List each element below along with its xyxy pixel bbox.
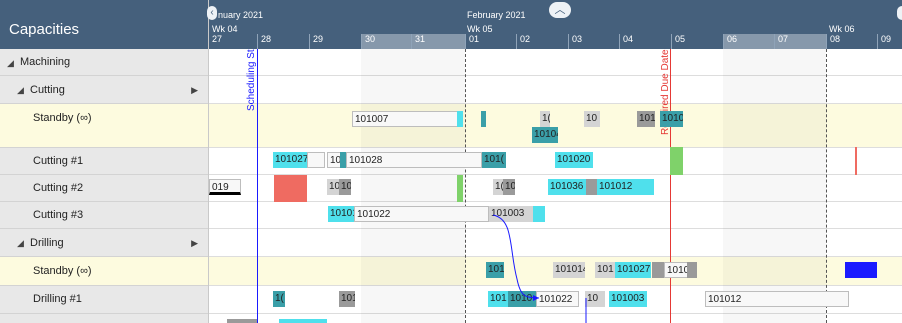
resource-row-drilling-standby[interactable]: Standby (∞) [0,257,208,286]
week-label: Wk 05 [467,24,493,34]
day-cell: 09 [877,34,902,49]
gantt-chart: Scheduling Start Required Due Date 10100… [209,49,902,323]
panel-header: Capacities [0,0,208,49]
row-label: Cutting #3 [33,209,84,221]
resource-row-cutting-2[interactable]: Cutting #2 [0,175,208,202]
day-cell: 03 [568,34,619,49]
capacity-planner: Capacities ◢ Machining ◢ Cutting ▶ Stand… [0,0,902,323]
scroll-right-icon[interactable] [897,6,902,20]
week-label: Wk 06 [829,24,855,34]
resource-row-drilling-1[interactable]: Drilling #1 [0,286,208,314]
day-cell: 05 [671,34,723,49]
resource-row-standby[interactable]: Standby (∞) [0,104,208,148]
expand-arrow-icon[interactable]: ▶ [191,85,198,96]
row-label: Drilling [30,237,64,249]
resource-row-cutting-3[interactable]: Cutting #3 [0,202,208,229]
resource-row-cutting-1[interactable]: Cutting #1 [0,148,208,175]
dependency-link [492,214,587,323]
day-cell: 02 [516,34,568,49]
group-row-cutting[interactable]: ◢ Cutting ▶ [0,76,208,104]
day-cell: 28 [257,34,309,49]
day-cell: 27 [212,34,223,44]
collapse-triangle-icon[interactable]: ◢ [17,85,24,96]
group-row-machining[interactable]: ◢ Machining [0,49,208,76]
month-label: nuary 2021 [218,10,264,20]
day-cell: 07 [774,34,826,49]
capacities-panel: Capacities ◢ Machining ◢ Cutting ▶ Stand… [0,0,209,323]
row-label: Standby (∞) [33,112,92,124]
group-row-drilling[interactable]: ◢ Drilling ▶ [0,229,208,257]
row-label: Cutting #2 [33,182,84,194]
month-label: February 2021 [467,10,526,20]
timeline-header: ‹ nuary 2021 Wk 04 February 2021 Wk 05 W… [207,0,902,49]
week-label: Wk 04 [212,24,238,34]
collapse-triangle-icon[interactable]: ◢ [7,58,14,69]
day-cell: 01 [465,34,516,49]
row-label: Machining [20,56,71,68]
scroll-left-icon[interactable]: ‹ [207,6,217,20]
day-cell: 31 [411,34,465,49]
panel-title: Capacities [9,21,80,38]
day-cell: 30 [361,34,411,49]
row-label: Drilling #1 [33,293,82,305]
collapse-header-chevron-icon[interactable]: ︿ [549,2,571,18]
day-cell: 06 [723,34,774,49]
row-label: Cutting #1 [33,155,84,167]
day-cell: 29 [309,34,361,49]
row-label: Standby (∞) [33,265,92,277]
day-band: 27 28 29 30 31 01 02 03 04 05 06 07 08 0… [209,34,902,49]
row-label: Cutting [30,84,65,96]
day-cell: 08 [826,34,877,49]
day-cell: 04 [619,34,671,49]
expand-arrow-icon[interactable]: ▶ [191,238,198,249]
collapse-triangle-icon[interactable]: ◢ [17,238,24,249]
